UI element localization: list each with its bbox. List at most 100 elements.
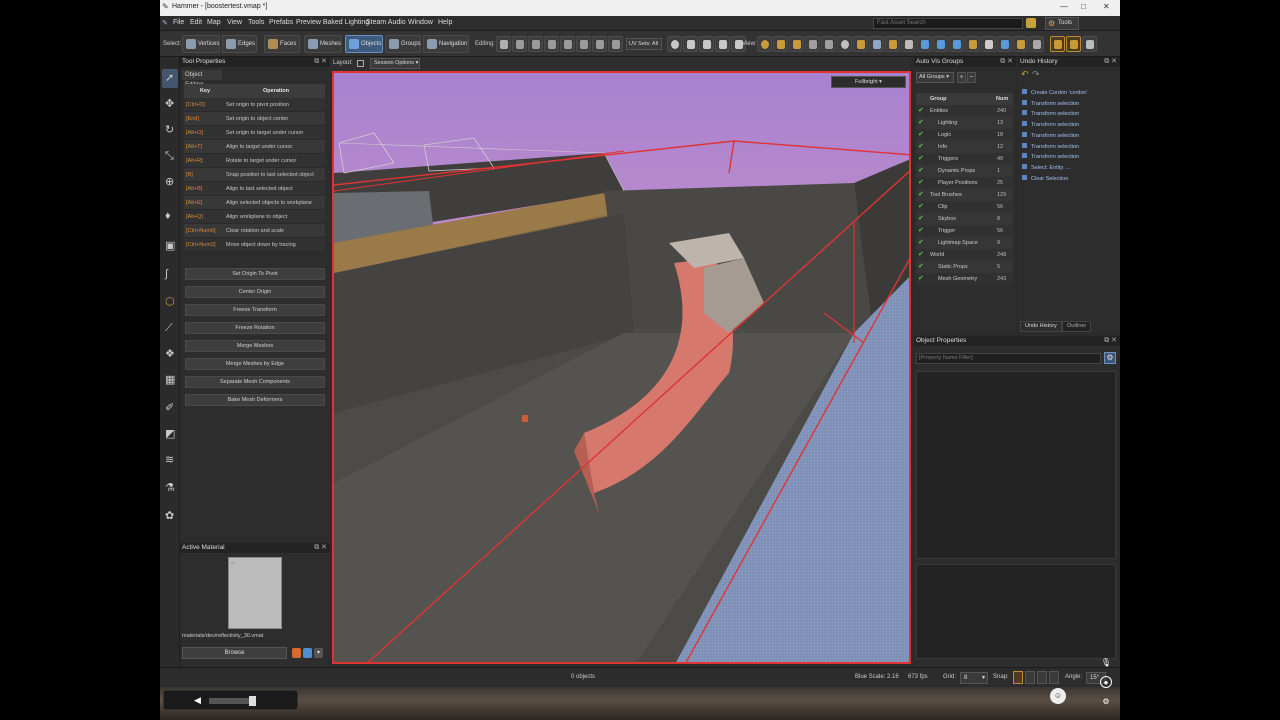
mode-groups-button[interactable]: Groups: [385, 35, 421, 53]
view-audio-button[interactable]: [933, 36, 948, 52]
prop-tool[interactable]: ⚗: [162, 479, 178, 498]
snap-face-button[interactable]: [1049, 671, 1059, 684]
group-row[interactable]: ✔ Static Props 5: [916, 261, 1013, 273]
view-logic-button[interactable]: [773, 36, 788, 52]
panel-close-icon[interactable]: ⧉ ✕: [1104, 57, 1117, 67]
group-row[interactable]: ✔ Triggers 49: [916, 153, 1013, 165]
visibility-checkbox[interactable]: ✔: [918, 167, 925, 174]
undo-history-item[interactable]: Transform selection: [1022, 142, 1079, 150]
group-row[interactable]: ✔ Clip 56: [916, 201, 1013, 213]
group-row[interactable]: ✔ Logic 18: [916, 129, 1013, 141]
progress-handle[interactable]: [249, 696, 256, 706]
record-icon[interactable]: ●: [1100, 676, 1112, 688]
entity-tool[interactable]: ♦: [162, 207, 178, 226]
entity-marker[interactable]: [522, 415, 528, 422]
group-row[interactable]: ✔ Entities 240: [916, 105, 1013, 117]
menu-window[interactable]: Window: [408, 19, 433, 26]
rotate-tool[interactable]: ↻: [162, 121, 178, 140]
material-pick-icon[interactable]: [292, 648, 301, 658]
grid-size-dropdown[interactable]: 8 ▾: [960, 672, 988, 684]
view-nav-button[interactable]: [917, 36, 932, 52]
group-row[interactable]: ✔ Lighting 13: [916, 117, 1013, 129]
settings-icon[interactable]: ⚙: [1100, 696, 1112, 708]
close-icon[interactable]: ✕: [1103, 2, 1110, 11]
freeze-rotation-button[interactable]: Freeze Rotation: [185, 322, 325, 334]
visibility-checkbox[interactable]: ✔: [918, 263, 925, 270]
snap-vertex-toggle[interactable]: [1082, 36, 1097, 52]
scale-tool[interactable]: ⤡: [162, 147, 178, 166]
visibility-checkbox[interactable]: ✔: [918, 143, 925, 150]
tool-d-button[interactable]: [715, 36, 730, 52]
pivot-tool[interactable]: ⊕: [162, 173, 178, 192]
view-brushes-button[interactable]: [869, 36, 884, 52]
visibility-checkbox[interactable]: ✔: [918, 239, 925, 246]
material-thumbnail[interactable]: ▭: [228, 557, 282, 629]
menu-prefabs[interactable]: Prefabs: [269, 19, 293, 26]
fast-asset-search-input[interactable]: Fast Asset Search: [873, 18, 1023, 29]
layout-toggle[interactable]: [357, 60, 364, 67]
browse-button[interactable]: Browse: [182, 647, 287, 659]
select-tool[interactable]: ➚: [162, 69, 178, 88]
mode-navigation-button[interactable]: Navigation: [423, 35, 469, 53]
menu-edit[interactable]: Edit: [190, 19, 202, 26]
view-overlay-button[interactable]: [965, 36, 980, 52]
chat-icon[interactable]: ☺: [1050, 688, 1066, 704]
property-filter-input[interactable]: [Property Name Filter]: [916, 353, 1101, 364]
uv-sets-dropdown[interactable]: UV Sets: All: [626, 38, 662, 50]
viewport-scene[interactable]: [334, 73, 911, 664]
texture-tool[interactable]: ▦: [162, 371, 178, 390]
microphone-icon[interactable]: 🎙: [1100, 657, 1112, 669]
menu-view[interactable]: View: [227, 19, 242, 26]
view-grid-button[interactable]: [997, 36, 1012, 52]
select-through-button[interactable]: [560, 36, 575, 52]
view-clip-button[interactable]: [885, 36, 900, 52]
3d-viewport[interactable]: Fullbright ▾: [332, 71, 911, 664]
menu-help[interactable]: Help: [438, 19, 452, 26]
view-lighting-button[interactable]: [757, 36, 772, 52]
clip-tool[interactable]: ⟋: [162, 319, 178, 338]
texture-lock-button[interactable]: [544, 36, 559, 52]
visibility-checkbox[interactable]: ✔: [918, 275, 925, 282]
center-origin-button[interactable]: Center Origin: [185, 286, 325, 298]
bake-mesh-deformers-button[interactable]: Bake Mesh Deformers: [185, 394, 325, 406]
add-group-icon[interactable]: +: [957, 72, 966, 83]
set-origin-to-pivot-button[interactable]: Set Origin To Pivot: [185, 268, 325, 280]
group-filter-dropdown[interactable]: All Groups ▾: [916, 72, 954, 83]
mode-objects-button[interactable]: Objects: [345, 35, 383, 53]
visibility-checkbox[interactable]: ✔: [918, 215, 925, 222]
menu-preview-baked-lighting[interactable]: Preview Baked Lighting: [296, 19, 369, 26]
material-edit-icon[interactable]: [303, 648, 312, 658]
ignore-groups-button[interactable]: [576, 36, 591, 52]
visibility-checkbox[interactable]: ✔: [918, 203, 925, 210]
view-info-button[interactable]: [789, 36, 804, 52]
group-row[interactable]: ✔ Player Positions 25: [916, 177, 1013, 189]
visibility-checkbox[interactable]: ✔: [918, 179, 925, 186]
snap-edge-button[interactable]: [1037, 671, 1047, 684]
view-wire-button[interactable]: [981, 36, 996, 52]
visibility-checkbox[interactable]: ✔: [918, 155, 925, 162]
pivot-tool-button[interactable]: [496, 36, 511, 52]
undo-history-item[interactable]: Clear Selection: [1022, 174, 1068, 182]
menu-map[interactable]: Map: [207, 19, 221, 26]
undo-history-item[interactable]: Transform selection: [1022, 121, 1079, 128]
group-row[interactable]: ✔ Trigger 56: [916, 225, 1013, 237]
separate-mesh-components-button[interactable]: Separate Mesh Components: [185, 376, 325, 388]
group-row[interactable]: ✔ Info 12: [916, 141, 1013, 153]
group-row[interactable]: ✔ Mesh Geometry 243: [916, 273, 1013, 285]
snap-to-grid-button[interactable]: [528, 36, 543, 52]
view-triggers-button[interactable]: [805, 36, 820, 52]
mode-edges-button[interactable]: Edges: [222, 35, 257, 53]
panel-close-icon[interactable]: ⧉ ✕: [1104, 336, 1117, 346]
visibility-checkbox[interactable]: ✔: [918, 251, 925, 258]
view-props-button[interactable]: [853, 36, 868, 52]
group-row[interactable]: ✔ Tool Brushes 129: [916, 189, 1013, 201]
minimize-icon[interactable]: —: [1060, 2, 1068, 11]
view-mesh-button[interactable]: [949, 36, 964, 52]
mode-meshes-button[interactable]: Meshes: [304, 35, 342, 53]
local-space-button[interactable]: [512, 36, 527, 52]
polygon-tool[interactable]: ⬡: [162, 293, 178, 312]
undo-icon[interactable]: ↶: [1021, 69, 1029, 80]
visibility-checkbox[interactable]: ✔: [918, 227, 925, 234]
visibility-checkbox[interactable]: ✔: [918, 107, 925, 114]
session-options-dropdown[interactable]: Session Options ▾: [370, 58, 420, 69]
